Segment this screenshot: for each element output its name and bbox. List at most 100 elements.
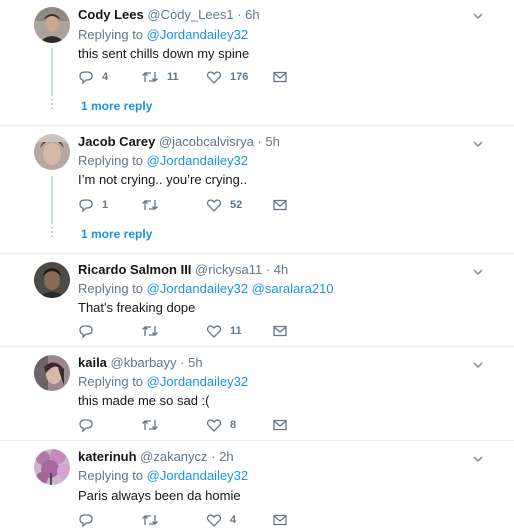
separator: · (180, 355, 185, 370)
direct-message-icon (273, 325, 287, 337)
avatar[interactable] (34, 355, 70, 391)
user-handle[interactable]: @Cody_Lees1 (147, 7, 233, 22)
replying-to-label: Replying to (78, 281, 144, 296)
show-more-replies-link[interactable]: 1 more reply (81, 99, 152, 113)
thread-line (51, 48, 53, 96)
replying-to-label: Replying to (78, 468, 144, 483)
display-name[interactable]: Cody Lees (78, 7, 144, 22)
retweet-count: 11 (167, 71, 179, 83)
tweet-text: I’m not crying.. you’re crying.. (78, 172, 248, 187)
mention-link[interactable]: @Jordandailey32 (147, 153, 248, 168)
direct-message-action[interactable] (272, 322, 288, 340)
direct-message-action[interactable] (272, 196, 288, 214)
mention-link[interactable]: @saralara210 (252, 281, 334, 296)
replying-to: Replying to @Jordandailey32 (78, 153, 248, 168)
direct-message-icon (273, 71, 287, 83)
reply-icon (79, 71, 93, 85)
timestamp[interactable]: 4h (274, 262, 288, 277)
reply-icon (79, 514, 93, 528)
like-icon (206, 71, 222, 84)
like-action[interactable]: 176 (206, 68, 248, 86)
like-action[interactable]: 11 (206, 322, 242, 340)
reply-action[interactable] (78, 416, 102, 434)
replying-to-label: Replying to (78, 153, 144, 168)
avatar[interactable] (34, 134, 70, 170)
direct-message-icon (273, 419, 287, 431)
like-action[interactable]: 4 (206, 511, 236, 529)
reply-tweet[interactable]: Cody Lees @Cody_Lees1 · 6h Replying to @… (0, 0, 514, 126)
mention-link[interactable]: @Jordandailey32 (147, 281, 248, 296)
separator: · (265, 262, 271, 277)
user-handle[interactable]: @kbarbayy (111, 355, 177, 370)
retweet-action[interactable] (141, 196, 167, 214)
display-name[interactable]: katerinuh (78, 449, 137, 464)
retweet-icon (142, 72, 158, 82)
chevron-down-icon[interactable] (471, 265, 485, 279)
replying-to-label: Replying to (78, 374, 144, 389)
avatar[interactable] (34, 449, 70, 485)
direct-message-icon (273, 199, 287, 211)
separator: · (257, 134, 262, 149)
reply-tweet[interactable]: Ricardo Salmon III @rickysa11 · 4h Reply… (0, 253, 514, 347)
reply-count: 4 (102, 71, 109, 83)
reply-count: 1 (102, 199, 109, 211)
tweet-text: this sent chills down my spine (78, 46, 250, 61)
timestamp[interactable]: 5h (188, 355, 202, 370)
replying-to-label: Replying to (78, 27, 144, 42)
display-name[interactable]: Jacob Carey (78, 134, 155, 149)
like-count: 11 (230, 325, 242, 337)
replying-to: Replying to @Jordandailey32 (78, 374, 248, 389)
like-action[interactable]: 8 (206, 416, 236, 434)
reply-icon (79, 199, 93, 213)
chevron-down-icon[interactable] (471, 358, 485, 372)
avatar[interactable] (34, 262, 70, 298)
reply-tweet[interactable]: kaila @kbarbayy · 5h Replying to @Jordan… (0, 346, 514, 441)
chevron-down-icon[interactable] (471, 137, 485, 151)
user-handle[interactable]: @rickysa11 (195, 262, 262, 277)
separator: · (211, 449, 216, 464)
mention-link[interactable]: @Jordandailey32 (147, 468, 248, 483)
like-icon (206, 514, 222, 527)
retweet-action[interactable]: 11 (141, 68, 179, 86)
reply-action[interactable]: 1 (78, 196, 108, 214)
user-handle[interactable]: @zakanycz (140, 449, 207, 464)
retweet-action[interactable] (141, 511, 167, 529)
reply-action[interactable]: 4 (78, 68, 108, 86)
like-icon (206, 199, 222, 212)
like-count: 8 (230, 419, 237, 431)
reply-icon (79, 419, 93, 433)
like-count: 176 (230, 71, 249, 83)
retweet-icon (142, 515, 158, 525)
timestamp[interactable]: 2h (219, 449, 233, 464)
retweet-icon (142, 420, 158, 430)
display-name[interactable]: kaila (78, 355, 107, 370)
timestamp[interactable]: 5h (265, 134, 279, 149)
tweet-actions: 8 (78, 416, 298, 434)
avatar[interactable] (34, 7, 70, 43)
reply-action[interactable] (78, 511, 102, 529)
tweet-actions: 11 (78, 322, 298, 340)
like-icon (206, 325, 222, 338)
direct-message-icon (273, 514, 287, 526)
display-name[interactable]: Ricardo Salmon III (78, 262, 191, 277)
reply-tweet[interactable]: katerinuh @zakanycz · 2h Replying to @Jo… (0, 440, 514, 530)
direct-message-action[interactable] (272, 416, 288, 434)
user-handle[interactable]: @jacobcalvisrya (159, 134, 254, 149)
show-more-replies-link[interactable]: 1 more reply (81, 227, 152, 241)
thread-dots (51, 99, 53, 111)
like-action[interactable]: 52 (206, 196, 242, 214)
chevron-down-icon[interactable] (471, 452, 485, 466)
timestamp[interactable]: 6h (245, 7, 259, 22)
tweet-text: this made me so sad :( (78, 393, 210, 408)
retweet-action[interactable] (141, 416, 167, 434)
reply-action[interactable] (78, 322, 102, 340)
retweet-action[interactable] (141, 322, 167, 340)
mention-link[interactable]: @Jordandailey32 (147, 374, 248, 389)
separator: · (237, 7, 242, 22)
mention-link[interactable]: @Jordandailey32 (147, 27, 248, 42)
direct-message-action[interactable] (272, 68, 288, 86)
chevron-down-icon[interactable] (471, 9, 485, 23)
reply-tweet[interactable]: Jacob Carey @jacobcalvisrya · 5h Replyin… (0, 125, 514, 254)
direct-message-action[interactable] (272, 511, 288, 529)
like-count: 52 (230, 199, 243, 211)
